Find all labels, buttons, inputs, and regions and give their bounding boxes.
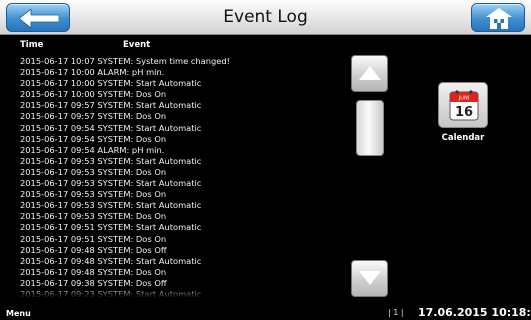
log-entry: 2015-06-17 09:53 SYSTEM: Start Automatic [20,178,202,189]
clock-datetime: 17.06.2015 10:18:35 [418,306,531,319]
log-entry: 2015-06-17 09:48 SYSTEM: Dos On [20,266,167,277]
event-log-list[interactable]: 2015-06-17 10:07 SYSTEM: System time cha… [20,56,345,299]
log-entry: 2015-06-17 09:53 SYSTEM: Dos On [20,189,167,200]
log-entry: 2015-06-17 09:53 SYSTEM: Start Automatic [20,200,202,211]
calendar-icon-day: 16 [455,105,473,120]
log-entry: 2015-06-17 09:53 SYSTEM: Dos On [20,211,167,222]
column-header-event: Event [123,40,151,50]
list-fade [20,288,240,300]
log-entry: 2015-06-17 09:54 SYSTEM: Dos On [20,133,167,144]
log-entry: 2015-06-17 09:53 SYSTEM: Start Automatic [20,155,202,166]
page-indicator: | 1 | [388,308,404,317]
scroll-down-button[interactable] [351,260,388,297]
log-entry: 2015-06-17 10:07 SYSTEM: System time cha… [20,56,230,66]
log-entry: 2015-06-17 09:57 SYSTEM: Dos On [20,111,167,122]
log-entry: 2015-06-17 09:54 SYSTEM: Start Automatic [20,122,202,133]
scroll-up-button[interactable] [351,55,388,92]
log-entry: 2015-06-17 09:48 SYSTEM: Start Automatic [20,255,202,266]
title-bar: Event Log [0,0,531,35]
calendar-button[interactable]: JUNI 16 [438,82,488,128]
calendar-label: Calendar [441,133,485,143]
home-icon [486,8,512,29]
log-entry: 2015-06-17 10:00 ALARM: pH min. [20,67,165,78]
log-entry: 2015-06-17 10:00 SYSTEM: Start Automatic [20,78,202,89]
log-entry: 2015-06-17 09:51 SYSTEM: Dos On [20,233,167,244]
scrollbar-thumb[interactable] [356,100,384,156]
log-entry: 2015-06-17 09:53 SYSTEM: Dos On [20,166,167,177]
log-entry: 2015-06-17 09:51 SYSTEM: Start Automatic [20,222,202,233]
log-entry: 2015-06-17 10:00 SYSTEM: Dos On [20,89,167,100]
page-title: Event Log [223,7,308,27]
menu-button[interactable]: Menu [6,309,31,318]
column-header-time: Time [20,40,44,50]
log-entry: 2015-06-17 09:48 SYSTEM: Dos Off [20,244,167,255]
triangle-up-icon [359,66,381,80]
triangle-down-icon [359,271,381,285]
status-bar: Menu | 1 | 17.06.2015 10:18:35 [0,305,531,320]
home-button[interactable] [471,3,525,32]
log-entry: 2015-06-17 09:57 SYSTEM: Start Automatic [20,100,202,111]
log-entry: 2015-06-17 09:54 ALARM: pH min. [20,144,165,155]
calendar-icon: JUNI 16 [449,90,479,121]
calendar-icon-month: JUNI [458,96,469,102]
